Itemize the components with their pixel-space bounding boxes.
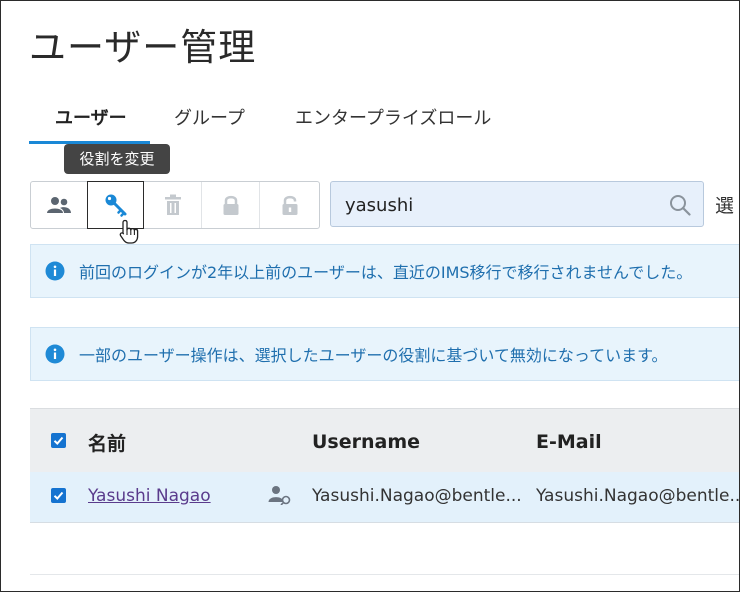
checkmark-icon: [53, 491, 64, 500]
app-window: ユーザー管理 ユーザー グループ エンタープライズロール 役割を変更 yasus…: [0, 0, 740, 592]
page-title: ユーザー管理: [29, 26, 257, 69]
banner-text: 一部のユーザー操作は、選択したユーザーの役割に基づいて無効になっています。: [79, 346, 668, 365]
search-input[interactable]: [343, 182, 667, 228]
unlock-button[interactable]: [261, 182, 318, 228]
banner-text: 前回のログインが2年以上前のユーザーは、直近のIMS移行で移行されませんでした。: [79, 263, 693, 282]
hand-cursor-icon: [119, 219, 139, 244]
ims-migration-info-banner: 前回のログインが2年以上前のユーザーは、直近のIMS移行で移行されませんでした。: [30, 244, 739, 298]
lock-button[interactable]: [203, 182, 260, 228]
user-name-link[interactable]: Yasushi Nagao: [88, 486, 211, 506]
user-role-icon: [268, 486, 291, 505]
lock-icon: [223, 195, 239, 215]
change-role-tooltip: 役割を変更: [64, 144, 170, 174]
user-search-field[interactable]: [330, 181, 704, 228]
email-cell: Yasushi.Nagao@bentle...: [536, 486, 740, 506]
role-based-actions-info-banner: 一部のユーザー操作は、選択したユーザーの役割に基づいて無効になっています。: [30, 327, 739, 381]
info-icon: [45, 344, 65, 364]
tab-enterprise-roles[interactable]: エンタープライズロール: [295, 101, 491, 143]
select-all-checkbox[interactable]: [51, 433, 66, 448]
info-icon: [45, 261, 65, 281]
column-header-name[interactable]: 名前: [88, 429, 126, 456]
username-cell: Yasushi.Nagao@bentle...: [312, 486, 522, 506]
tab-users[interactable]: ユーザー: [55, 101, 127, 143]
truncated-selection-label: 選: [715, 195, 735, 217]
unlock-icon: [282, 195, 297, 215]
table-header: 名前 Username E-Mail: [30, 408, 739, 473]
tab-groups[interactable]: グループ: [174, 101, 245, 143]
table-row[interactable]: Yasushi Nagao Yasushi.Nagao@bentle... Ya…: [30, 472, 740, 523]
search-icon[interactable]: [669, 194, 691, 216]
key-icon: [105, 194, 126, 217]
user-action-toolbar: [30, 181, 320, 229]
empty-table-row: [30, 523, 739, 575]
column-header-email[interactable]: E-Mail: [536, 431, 602, 453]
users-icon: [47, 197, 71, 213]
delete-button[interactable]: [145, 182, 202, 228]
manage-users-button[interactable]: [31, 182, 88, 228]
row-checkbox[interactable]: [51, 488, 66, 503]
column-header-username[interactable]: Username: [312, 431, 420, 453]
checkmark-icon: [53, 436, 64, 445]
trash-icon: [165, 194, 181, 215]
